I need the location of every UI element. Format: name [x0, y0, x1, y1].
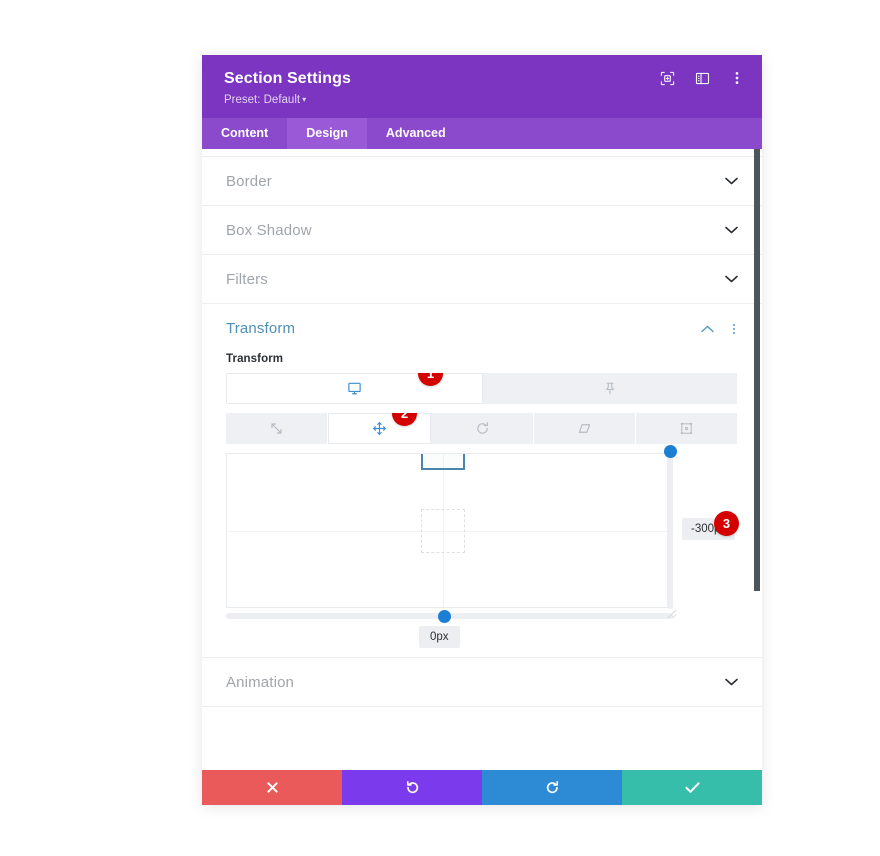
- origin-icon: [679, 421, 694, 436]
- desktop-icon: [347, 381, 362, 396]
- origin-icon-tab[interactable]: [635, 413, 738, 444]
- vertical-scrollbar[interactable]: [754, 149, 760, 591]
- origin-placeholder-box: [421, 508, 466, 553]
- more-options-icon[interactable]: [728, 69, 746, 87]
- vertical-offset-slider[interactable]: [663, 445, 677, 609]
- section-label-filters: Filters: [226, 270, 268, 288]
- pin-icon-tab[interactable]: [482, 373, 738, 404]
- desktop-icon-tab[interactable]: [226, 373, 483, 404]
- scale-icon-tab[interactable]: [226, 413, 329, 444]
- device-toggle-group: 1: [226, 373, 738, 404]
- chevron-down-icon: ▾: [302, 95, 307, 104]
- section-transform-header[interactable]: Transform: [202, 304, 762, 353]
- transform-field-label: Transform: [226, 353, 284, 365]
- modal-header: Section Settings Preset: Default ▾: [202, 55, 762, 118]
- scale-icon: [269, 421, 284, 436]
- settings-scroll-container: Border Box Shadow Filters Transform Tran…: [202, 149, 762, 770]
- tab-advanced[interactable]: Advanced: [367, 118, 465, 149]
- settings-body: Border Box Shadow Filters Transform Tran…: [202, 149, 762, 770]
- section-settings-modal: Section Settings Preset: Default ▾ Conte…: [202, 55, 762, 805]
- horizontal-offset-slider[interactable]: [226, 609, 673, 623]
- section-label-transform: Transform: [226, 320, 296, 337]
- pin-icon: [603, 381, 617, 396]
- layout-panel-icon[interactable]: [693, 69, 711, 87]
- transform-preview-canvas[interactable]: [226, 453, 669, 608]
- section-transform: Transform Transform 1 2 -300px 0px 3: [202, 304, 762, 658]
- move-icon: [372, 421, 387, 436]
- sidebar-item-border[interactable]: Border: [202, 157, 762, 206]
- chevron-down-icon: [724, 174, 738, 188]
- redo-icon: [545, 780, 560, 795]
- settings-tabs: Content Design Advanced: [202, 118, 762, 149]
- sidebar-item-box-shadow[interactable]: Box Shadow: [202, 206, 762, 255]
- header-icon-group: [658, 69, 746, 87]
- tab-content[interactable]: Content: [202, 118, 287, 149]
- section-label-animation: Animation: [226, 673, 295, 691]
- section-options-icon[interactable]: [728, 323, 740, 334]
- preset-label: Preset: Default: [224, 94, 301, 106]
- transform-canvas-area: -300px 0px 3: [226, 445, 739, 648]
- sidebar-item-filters[interactable]: Filters: [202, 255, 762, 304]
- chevron-down-icon: [724, 223, 738, 237]
- save-button[interactable]: [622, 770, 762, 805]
- redo-button[interactable]: [482, 770, 622, 805]
- close-icon: [266, 781, 279, 794]
- sidebar-item-animation[interactable]: Animation: [202, 658, 762, 707]
- focus-icon[interactable]: [658, 69, 676, 87]
- skew-icon-tab[interactable]: [533, 413, 636, 444]
- undo-icon: [405, 780, 420, 795]
- partial-section-row: [202, 149, 762, 157]
- transformed-element-box[interactable]: [421, 454, 466, 470]
- horizontal-slider-handle[interactable]: [438, 609, 452, 623]
- check-icon: [684, 781, 700, 794]
- chevron-down-icon: [724, 675, 738, 689]
- skew-icon: [577, 421, 592, 436]
- rotate-icon: [475, 421, 490, 436]
- chevron-up-icon[interactable]: [700, 322, 714, 336]
- undo-button[interactable]: [342, 770, 482, 805]
- rotate-icon-tab[interactable]: [431, 413, 534, 444]
- section-label-box-shadow: Box Shadow: [226, 221, 312, 239]
- horizontal-offset-value: 0px: [419, 626, 460, 648]
- resize-corner-icon: [667, 606, 677, 619]
- transform-mode-group: 2: [226, 413, 738, 444]
- tab-design[interactable]: Design: [287, 118, 367, 149]
- cancel-button[interactable]: [202, 770, 342, 805]
- modal-action-bar: [202, 770, 762, 805]
- chevron-down-icon: [724, 272, 738, 286]
- section-label-border: Border: [226, 172, 272, 190]
- preset-selector[interactable]: Preset: Default ▾: [224, 93, 742, 108]
- vertical-slider-handle[interactable]: [663, 445, 677, 458]
- badge-3: 3: [714, 511, 739, 536]
